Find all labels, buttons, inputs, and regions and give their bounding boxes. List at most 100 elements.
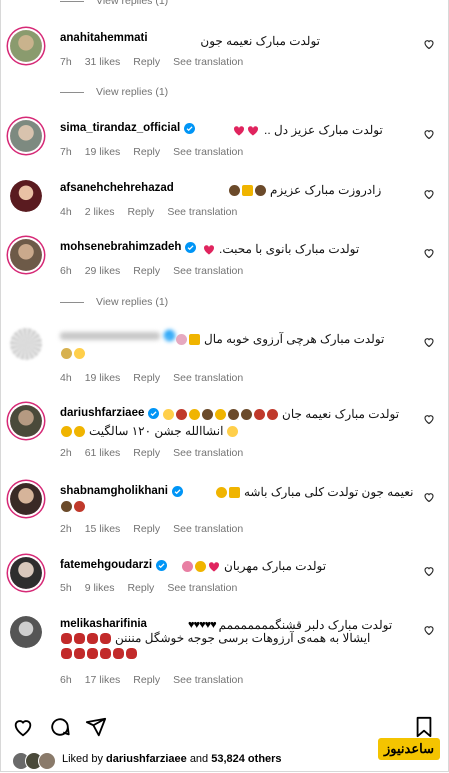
- like-heart-icon[interactable]: [423, 565, 435, 577]
- liked-by-avatar[interactable]: [38, 752, 56, 770]
- see-translation-button[interactable]: See translation: [173, 447, 243, 459]
- reply-button[interactable]: Reply: [133, 674, 160, 686]
- comment-time: 4h: [60, 372, 72, 384]
- avatar[interactable]: [10, 328, 42, 360]
- cake-emoji-icon: [202, 408, 213, 420]
- like-heart-icon[interactable]: [423, 624, 435, 636]
- avatar[interactable]: [10, 180, 42, 212]
- like-heart-icon[interactable]: [423, 413, 435, 425]
- see-translation-button[interactable]: See translation: [173, 56, 243, 68]
- comment-text-line2: ایشالا به همه‌ی آرزوهات برسی جوجه خوشگل …: [60, 631, 370, 645]
- reply-button[interactable]: Reply: [133, 372, 160, 384]
- view-replies-button[interactable]: View replies (1): [60, 296, 168, 308]
- clap-emoji-icon: [195, 560, 206, 572]
- liked-by-text: Liked by dariushfarziaee and 53,824 othe…: [62, 753, 282, 765]
- comment-username[interactable]: sima_tirandaz_official: [60, 122, 196, 134]
- comment-username[interactable]: afsanehchehrehazad: [60, 182, 174, 194]
- like-heart-icon[interactable]: [423, 247, 435, 259]
- comment-text: تولدت مبارک نعیمه جون: [200, 34, 320, 48]
- comment-username[interactable]: melikasharifinia: [60, 618, 147, 630]
- comment-meta: 6h 17 likes Reply See translation: [60, 674, 256, 686]
- clap-emoji-icon: [215, 408, 226, 420]
- rose-emoji-icon: [176, 408, 187, 420]
- see-translation-button[interactable]: See translation: [173, 146, 243, 158]
- party-popper-emoji-icon: [189, 333, 200, 345]
- see-translation-button[interactable]: See translation: [167, 206, 237, 218]
- avatar[interactable]: [10, 120, 42, 152]
- avatar[interactable]: [10, 557, 42, 589]
- reply-button[interactable]: Reply: [133, 523, 160, 535]
- avatar[interactable]: [10, 30, 42, 62]
- comment-time: 6h: [60, 674, 72, 686]
- comment-username[interactable]: anahitahemmati: [60, 32, 148, 44]
- emoji-row: [60, 501, 86, 512]
- see-translation-button[interactable]: See translation: [173, 265, 243, 277]
- share-paper-plane-icon[interactable]: [85, 716, 107, 738]
- reply-button[interactable]: Reply: [133, 56, 160, 68]
- comment-likes[interactable]: 9 likes: [85, 582, 115, 594]
- like-heart-icon[interactable]: [423, 491, 435, 503]
- verified-badge-icon: [156, 559, 168, 571]
- lips-emoji-icon: [61, 632, 72, 644]
- avatar[interactable]: [10, 616, 42, 648]
- comment-username[interactable]: [60, 330, 175, 341]
- clap-emoji-icon: [189, 408, 200, 420]
- see-translation-button[interactable]: See translation: [173, 523, 243, 535]
- comment-bubble-icon[interactable]: [49, 716, 71, 738]
- like-heart-icon[interactable]: [423, 38, 435, 50]
- view-replies-button[interactable]: View replies (1): [60, 86, 168, 98]
- red-heart-emoji-icon: [233, 125, 245, 135]
- lips-emoji-icon: [87, 648, 98, 659]
- clap-emoji-icon: [74, 425, 85, 437]
- liked-by-user-link[interactable]: dariushfarziaee: [106, 753, 187, 765]
- lips-emoji-icon: [126, 648, 137, 659]
- reply-button[interactable]: Reply: [133, 146, 160, 158]
- comment-likes[interactable]: 61 likes: [85, 447, 121, 459]
- comment-username[interactable]: fatemehgoudarzi: [60, 559, 168, 571]
- reply-button[interactable]: Reply: [127, 206, 154, 218]
- like-heart-icon[interactable]: [423, 188, 435, 200]
- comment-likes[interactable]: 15 likes: [85, 523, 121, 535]
- see-translation-button[interactable]: See translation: [173, 674, 243, 686]
- avatar[interactable]: [10, 405, 42, 437]
- comment-meta: 4h 2 likes Reply See translation: [60, 206, 250, 218]
- reply-button[interactable]: Reply: [133, 447, 160, 459]
- comment-likes[interactable]: 29 likes: [85, 265, 121, 277]
- save-bookmark-icon[interactable]: [414, 716, 434, 738]
- comment-likes[interactable]: 2 likes: [85, 206, 115, 218]
- comment-text: ♥♥♥♥♥ تولدت مبارک دلبر قشنگمممممممم: [188, 618, 393, 632]
- comment-likes[interactable]: 31 likes: [85, 56, 121, 68]
- comment-text: زادروزت مبارک عزیزم: [228, 183, 381, 197]
- rose-emoji-icon: [254, 408, 265, 420]
- lips-emoji-icon: [100, 632, 111, 644]
- avatar[interactable]: [10, 483, 42, 515]
- see-translation-button[interactable]: See translation: [173, 372, 243, 384]
- lips-emoji-icon: [74, 648, 85, 659]
- party-popper-emoji-icon: [242, 184, 253, 196]
- comment-likes[interactable]: 19 likes: [85, 146, 121, 158]
- comment-username[interactable]: shabnamgholikhani: [60, 485, 183, 497]
- rose-emoji-icon: [267, 408, 278, 420]
- comment-meta: 2h 61 likes Reply See translation: [60, 447, 256, 459]
- view-replies-label: View replies (1): [96, 86, 169, 98]
- avatar[interactable]: [10, 239, 42, 271]
- comment-text: تولدت مبارک هرچی آرزوی خوبه مال: [175, 332, 384, 346]
- like-heart-icon[interactable]: [423, 336, 435, 348]
- reply-button[interactable]: Reply: [127, 582, 154, 594]
- comment-text-line2: انشاالله جشن ۱۲۰ سالگیت: [60, 424, 239, 438]
- like-heart-icon[interactable]: [423, 128, 435, 140]
- comment-time: 2h: [60, 523, 72, 535]
- view-replies-button[interactable]: View replies (1): [60, 0, 168, 7]
- reply-button[interactable]: Reply: [133, 265, 160, 277]
- liked-by-others-link[interactable]: 53,824 others: [211, 753, 281, 765]
- comment-likes[interactable]: 19 likes: [85, 372, 121, 384]
- comment-username[interactable]: dariushfarziaee: [60, 407, 160, 419]
- comment-meta: 4h 19 likes Reply See translation: [60, 372, 256, 384]
- see-translation-button[interactable]: See translation: [167, 582, 237, 594]
- comment-likes[interactable]: 17 likes: [85, 674, 121, 686]
- comment-text: تولدت مبارک بانوی با محبت.: [202, 242, 359, 256]
- emoji-row: [60, 348, 86, 359]
- comment-username[interactable]: mohsenebrahimzadeh: [60, 241, 197, 253]
- like-post-heart-icon[interactable]: [12, 716, 34, 738]
- liked-by-prefix: Liked by: [62, 753, 103, 765]
